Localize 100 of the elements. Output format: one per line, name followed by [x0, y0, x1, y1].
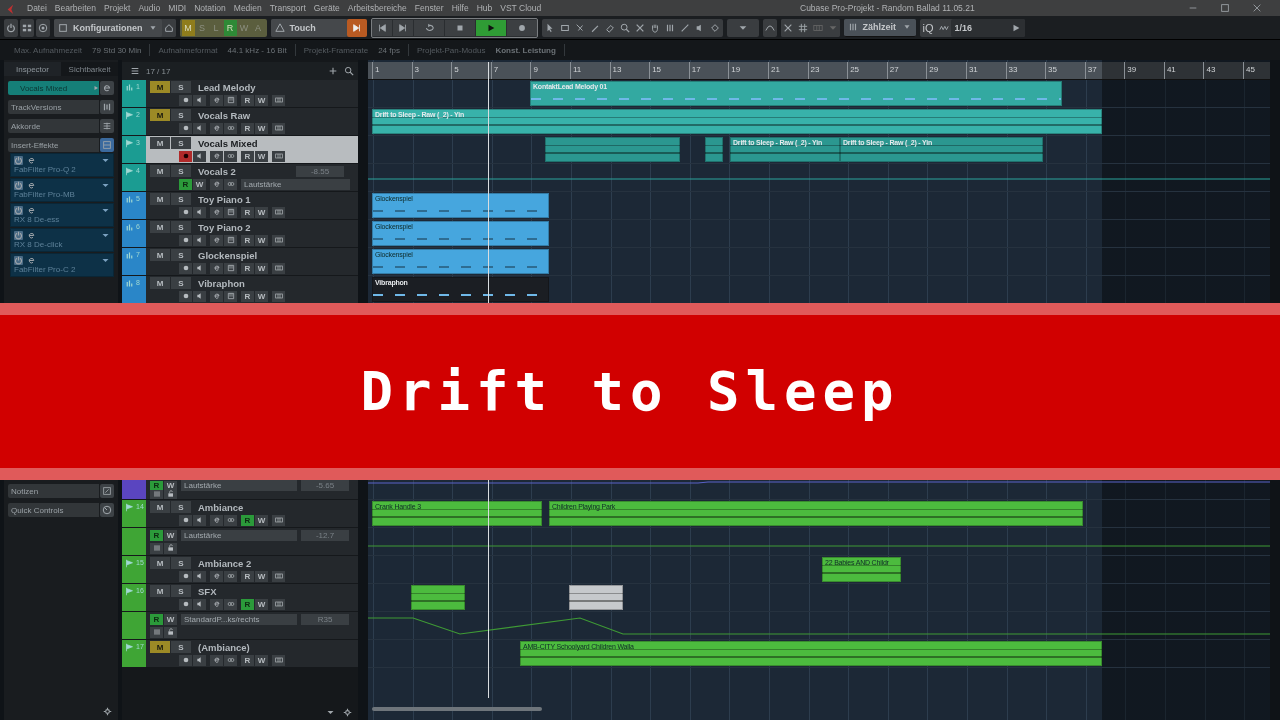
inspector-tab[interactable]: Sichtbarkeit [61, 62, 118, 76]
menu-item[interactable]: Transport [269, 3, 306, 13]
quantize-dropdown[interactable]: 1/16 [950, 18, 1025, 37]
read-button[interactable]: R [241, 514, 254, 526]
read-button[interactable]: R [241, 654, 254, 666]
menu-item[interactable]: MIDI [168, 3, 187, 13]
write-button[interactable]: W [255, 514, 268, 526]
solo-button[interactable]: S [171, 585, 191, 597]
read-button[interactable]: R [150, 480, 163, 490]
write-button[interactable]: W [164, 480, 177, 490]
solo-button[interactable]: S [171, 109, 191, 121]
read-button[interactable]: R [179, 178, 192, 190]
timeline-ruler[interactable]: 1 3 5 7 9 11 13 15 17 19 21 23 25 27 29 31 33 35 37 39 41 43 45 [368, 62, 1270, 80]
section-header[interactable]: Notizen [8, 484, 99, 498]
parameter-field[interactable]: Lautstärke [181, 529, 297, 541]
info-value: Konst. Leistung [495, 45, 556, 55]
automation-toggle[interactable]: M [181, 19, 195, 36]
write-button[interactable]: W [255, 290, 268, 302]
mute-button[interactable]: M [150, 501, 170, 513]
mute-button[interactable]: M [150, 137, 170, 149]
solo-button[interactable]: S [171, 193, 191, 205]
menu-item[interactable]: Hilfe [451, 3, 469, 13]
read-button[interactable]: R [241, 262, 254, 274]
solo-button[interactable]: S [171, 137, 191, 149]
menu-item[interactable]: Bearbeiten [54, 3, 96, 13]
solo-button[interactable]: S [171, 557, 191, 569]
write-button[interactable]: W [193, 178, 206, 190]
menu-item[interactable]: VST Cloud [500, 3, 542, 13]
mute-button[interactable]: M [150, 557, 170, 569]
iq-button[interactable]: iQ [919, 21, 937, 34]
inspector-tab[interactable]: Inspector [4, 62, 61, 76]
insert-slot[interactable]: FabFilter Pro-Q 2 [10, 153, 114, 177]
solo-button[interactable]: S [171, 277, 191, 289]
read-button[interactable]: R [241, 122, 254, 134]
grid-type-dropdown[interactable]: Zählzeit [843, 18, 916, 37]
read-button[interactable]: R [241, 94, 254, 106]
read-button[interactable]: R [150, 529, 163, 541]
write-button[interactable]: W [255, 206, 268, 218]
insert-slot[interactable]: RX 8 De-ess [10, 203, 114, 227]
write-button[interactable]: W [255, 654, 268, 666]
mute-button[interactable]: M [150, 193, 170, 205]
automation-mode-dropdown[interactable]: Touch [270, 18, 347, 37]
read-button[interactable]: R [241, 206, 254, 218]
read-button[interactable]: R [241, 150, 254, 162]
mute-button[interactable]: M [150, 109, 170, 121]
menu-item[interactable]: Datei [27, 3, 47, 13]
write-button[interactable]: W [164, 529, 177, 541]
automation-toggle[interactable]: R [223, 19, 237, 36]
write-button[interactable]: W [255, 122, 268, 134]
write-button[interactable]: W [255, 94, 268, 106]
write-button[interactable]: W [255, 234, 268, 246]
write-button[interactable]: W [255, 598, 268, 610]
mute-button[interactable]: M [150, 81, 170, 93]
mute-button[interactable]: M [150, 277, 170, 289]
parameter-field[interactable]: Lautstärke [241, 178, 350, 190]
mute-button[interactable]: M [150, 585, 170, 597]
menu-item[interactable]: Geräte [313, 3, 340, 13]
insert-slot[interactable]: FabFilter Pro-C 2 [10, 253, 114, 277]
read-button[interactable]: R [241, 570, 254, 582]
mute-button[interactable]: M [150, 641, 170, 653]
write-button[interactable]: W [164, 613, 177, 625]
menu-item[interactable]: Arbeitsbereiche [347, 3, 407, 13]
bar-number: 33 [1005, 62, 1046, 79]
solo-button[interactable]: S [171, 81, 191, 93]
write-button[interactable]: W [255, 150, 268, 162]
mute-button[interactable]: M [150, 165, 170, 177]
menu-item[interactable]: Fenster [414, 3, 444, 13]
section-header[interactable]: Quick Controls [8, 503, 99, 517]
plugin-name: FabFilter Pro-C 2 [14, 265, 77, 274]
mute-button[interactable]: M [150, 249, 170, 261]
banner-title: Drift to Sleep [360, 360, 900, 423]
menu-item[interactable]: Notation [194, 3, 226, 13]
read-button[interactable]: R [241, 598, 254, 610]
menu-item[interactable]: Projekt [103, 3, 131, 13]
insert-slot[interactable]: FabFilter Pro-MB [10, 178, 114, 202]
menu-item[interactable]: Medien [233, 3, 262, 13]
parameter-field[interactable]: Lautstärke [181, 480, 297, 491]
bar-number: 31 [965, 62, 1006, 79]
section-header[interactable]: Insert-Effekte [8, 138, 99, 152]
solo-button[interactable]: S [171, 165, 191, 177]
read-button[interactable]: R [150, 613, 163, 625]
menu-item[interactable]: Audio [138, 3, 161, 13]
solo-button[interactable]: S [171, 641, 191, 653]
bar-number: 23 [807, 62, 848, 79]
bar-number: 25 [847, 62, 887, 79]
bar-number: 41 [1163, 62, 1204, 79]
configurations-dropdown[interactable]: Konfigurationen [54, 18, 162, 37]
read-button[interactable]: R [241, 234, 254, 246]
solo-button[interactable]: S [171, 221, 191, 233]
write-button[interactable]: W [255, 262, 268, 274]
section-header[interactable]: Akkorde [8, 119, 99, 133]
solo-button[interactable]: S [171, 249, 191, 261]
read-button[interactable]: R [241, 290, 254, 302]
parameter-field[interactable]: StandardP...ks/rechts [181, 613, 297, 625]
write-button[interactable]: W [255, 570, 268, 582]
section-header[interactable]: TrackVersions [8, 100, 99, 114]
mute-button[interactable]: M [150, 221, 170, 233]
menu-item[interactable]: Hub [476, 3, 493, 13]
insert-slot[interactable]: RX 8 De-click [10, 228, 114, 252]
solo-button[interactable]: S [171, 501, 191, 513]
